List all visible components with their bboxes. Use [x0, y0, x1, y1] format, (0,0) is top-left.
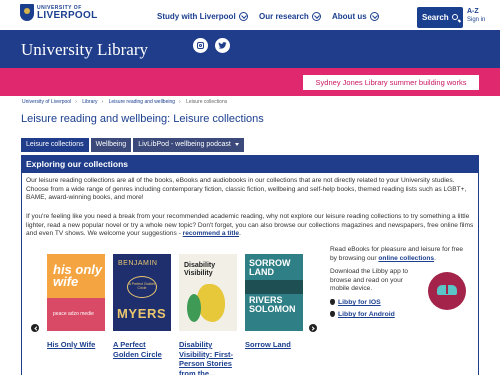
nav-research-label: Our research: [259, 12, 309, 21]
book-carousel: his only wife peace adzo medie His Only …: [31, 251, 321, 375]
libby-download-text: Download the Libby app to browse and rea…: [330, 268, 409, 293]
breadcrumb-separator: ›: [101, 99, 104, 105]
nav-about[interactable]: About us: [332, 12, 379, 21]
nav-study-label: Study with Liverpool: [157, 12, 236, 21]
tab-wellbeing[interactable]: Wellbeing: [90, 138, 132, 152]
building-works-button[interactable]: Sydney Jones Library summer building wor…: [303, 75, 479, 90]
library-banner: University Library: [0, 30, 500, 68]
crest-icon: [20, 4, 34, 21]
tab-leisure-collections[interactable]: Leisure collections: [21, 138, 89, 152]
tab-podcast[interactable]: LivLibPod - wellbeing podcast: [133, 138, 244, 152]
search-icon: [452, 14, 458, 20]
carousel-prev-button[interactable]: [31, 324, 39, 332]
book-item[interactable]: Disability Visibility Disability Visibil…: [179, 254, 237, 375]
book-title-link[interactable]: A Perfect Golden Circle: [113, 340, 171, 359]
book-title-link[interactable]: Disability Visibility: First-Person Stor…: [179, 340, 237, 375]
recommend-title-link[interactable]: recommend a title: [183, 230, 239, 237]
libby-android-link[interactable]: Libby for Android: [330, 311, 475, 318]
tab-podcast-label: LivLibPod - wellbeing podcast: [138, 141, 231, 148]
cover-author-surname: MYERS: [117, 306, 167, 321]
intro-paragraph: Our leisure reading collections are all …: [26, 177, 467, 202]
book-cover[interactable]: his only wife peace adzo medie: [47, 254, 105, 331]
breadcrumb-current: Leisure collections: [186, 99, 228, 105]
book-title-link[interactable]: Sorrow Land: [245, 340, 303, 350]
book-item[interactable]: his only wife peace adzo medie His Only …: [47, 254, 105, 350]
carousel-next-button[interactable]: [309, 324, 317, 332]
nav-about-label: About us: [332, 12, 367, 21]
nav-research[interactable]: Our research: [259, 12, 321, 21]
book-title-link[interactable]: His Only Wife: [47, 340, 105, 350]
book-item[interactable]: BENJAMIN A Perfect Golden Circle MYERS A…: [113, 254, 171, 359]
breadcrumb-item[interactable]: Library: [82, 99, 97, 105]
library-title[interactable]: University Library: [21, 40, 148, 60]
book-cover[interactable]: BENJAMIN A Perfect Golden Circle MYERS: [113, 254, 171, 331]
cover-illustration: [197, 284, 225, 322]
suggestion-text: If you're feeling like you need a break …: [26, 213, 474, 238]
top-header: UNIVERSITY OF LIVERPOOL Study with Liver…: [0, 0, 500, 30]
libby-panel: Read eBooks for pleasure and leisure for…: [330, 246, 475, 318]
book-cover[interactable]: Disability Visibility: [179, 254, 237, 331]
breadcrumb: University of Liverpool › Library › Leisur…: [22, 99, 231, 105]
online-collections-link[interactable]: online collections: [378, 255, 434, 262]
apple-icon: [330, 299, 335, 306]
libby-text-end: .: [434, 254, 436, 262]
search-label: Search: [422, 13, 449, 22]
university-logo[interactable]: UNIVERSITY OF LIVERPOOL: [20, 4, 97, 26]
twitter-icon[interactable]: [215, 38, 230, 53]
search-button[interactable]: Search: [417, 7, 463, 28]
suggestion-end: .: [239, 230, 241, 238]
breadcrumb-item[interactable]: Leisure reading and wellbeing: [109, 99, 175, 105]
book-item[interactable]: SORROW LAND RIVERS SOLOMON Sorrow Land: [245, 254, 303, 350]
cover-author: RIVERS SOLOMON: [249, 295, 296, 314]
chevron-down-icon: [311, 12, 321, 21]
libby-ios-label: Libby for IOS: [338, 298, 381, 306]
caret-down-icon: [234, 142, 239, 146]
breadcrumb-separator: ›: [179, 99, 181, 105]
breadcrumb-separator: ›: [75, 99, 77, 105]
cover-title: Disability Visibility: [184, 262, 216, 277]
cover-author: peace adzo medie: [53, 311, 94, 317]
libby-android-label: Libby for Android: [338, 310, 395, 318]
cover-author: BENJAMIN: [118, 260, 158, 267]
tab-bar: Leisure collections Wellbeing LivLibPod …: [21, 138, 246, 152]
cover-title: his only wife: [53, 262, 103, 289]
apple-icon: [330, 311, 335, 318]
libby-logo-icon: [428, 272, 466, 310]
cover-illustration: [245, 280, 303, 294]
suggestion-paragraph: If you're feeling like you need a break …: [26, 213, 476, 239]
sign-in-link[interactable]: Sign in: [467, 17, 485, 23]
page-title: Leisure reading and wellbeing: Leisure c…: [21, 113, 264, 125]
breadcrumb-item[interactable]: University of Liverpool: [22, 99, 71, 105]
online-collections-text: Read eBooks for pleasure and leisure for…: [330, 246, 470, 263]
nav-study[interactable]: Study with Liverpool: [157, 12, 248, 21]
notice-bar: Sydney Jones Library summer building wor…: [0, 68, 500, 96]
cover-illustration: [187, 294, 201, 322]
cover-title: SORROW LAND: [249, 258, 291, 277]
a-z-link[interactable]: A-Z: [467, 8, 479, 15]
logo-big-text: LIVERPOOL: [37, 10, 98, 21]
chevron-down-icon: [369, 12, 379, 21]
collections-section: Exploring our collections Our leisure re…: [21, 155, 479, 375]
chevron-down-icon: [238, 12, 248, 21]
book-cover[interactable]: SORROW LAND RIVERS SOLOMON: [245, 254, 303, 331]
cover-subtitle: A Perfect Golden Circle: [127, 276, 157, 298]
instagram-icon[interactable]: [193, 38, 208, 53]
open-book-icon: [437, 282, 457, 295]
section-heading: Exploring our collections: [22, 156, 478, 173]
